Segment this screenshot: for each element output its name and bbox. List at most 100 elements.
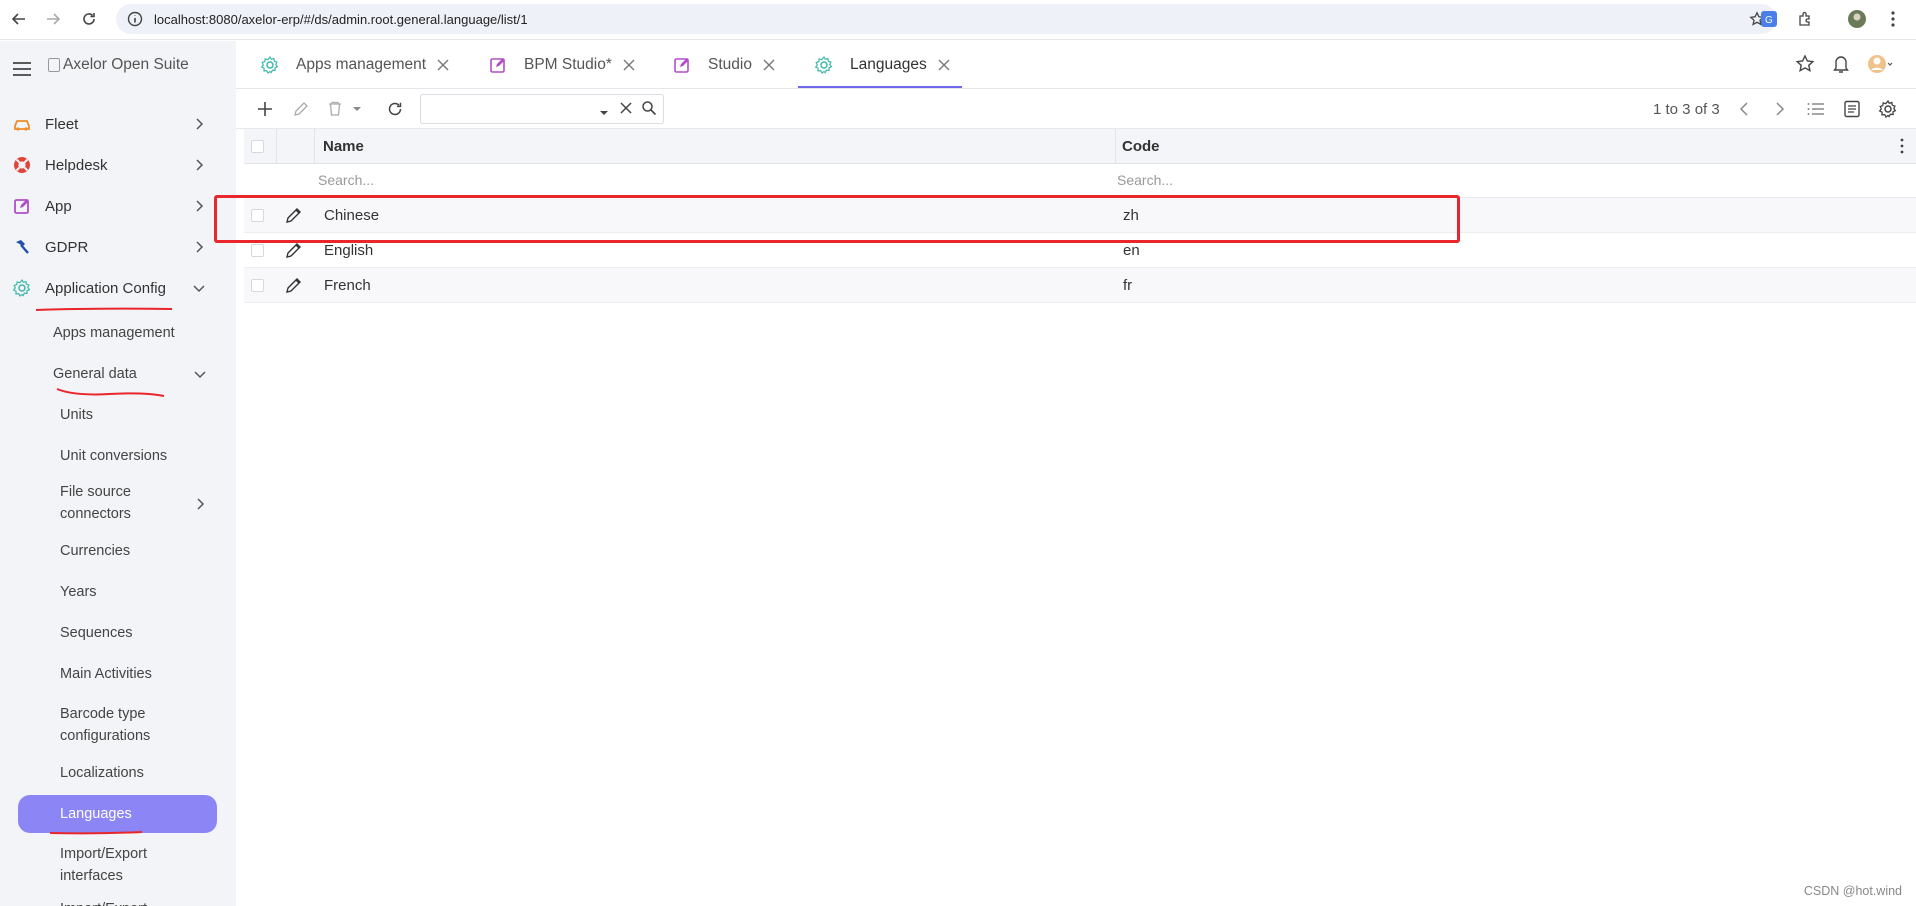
sidebar-item-application-config[interactable]: Application Config [0, 271, 236, 305]
sidebar-item-label: GDPR [45, 238, 89, 256]
column-menu-icon[interactable] [1900, 138, 1904, 159]
column-separator [276, 129, 277, 164]
caret-down-icon[interactable] [599, 103, 609, 121]
caret-down-icon[interactable] [350, 98, 364, 120]
list-view-icon[interactable] [1805, 98, 1827, 120]
car-icon [12, 114, 32, 134]
app-logo[interactable]: Axelor Open Suite [48, 56, 189, 74]
sidebar-item-app[interactable]: App [0, 189, 236, 223]
sidebar-item-label: Import/Export [60, 898, 147, 906]
logo-alt-text: Axelor Open Suite [63, 56, 189, 73]
search-icon[interactable] [641, 100, 657, 121]
sidebar-item-label: Helpdesk [45, 156, 108, 174]
select-all-checkbox[interactable] [251, 140, 264, 153]
row-checkbox[interactable] [251, 279, 264, 292]
red-annotation-underline [56, 388, 165, 397]
column-header-name[interactable]: Name [323, 138, 364, 155]
name-filter-input[interactable]: Search... [318, 172, 374, 188]
sidebar-item-import-export-interfaces[interactable]: Import/Export interfaces [0, 841, 236, 891]
sidebar-item-label: Fleet [45, 115, 79, 133]
hamburger-menu-icon[interactable] [12, 61, 32, 77]
reload-icon[interactable] [78, 8, 100, 30]
tab-bpm-studio[interactable]: BPM Studio* [488, 41, 636, 88]
sidebar-item-gdpr[interactable]: GDPR [0, 230, 236, 264]
sidebar-item-languages[interactable]: Languages [18, 795, 217, 833]
sidebar-item-label: General data [53, 366, 137, 382]
sidebar-item-file-source-connectors[interactable]: File source connectors [0, 479, 236, 529]
red-annotation-box [214, 195, 1460, 243]
active-tab-indicator [798, 86, 962, 88]
next-page-icon[interactable] [1769, 98, 1791, 120]
main-content: Apps management BPM Studio* Studio Langu… [236, 41, 1916, 906]
chevron-right-icon [192, 158, 206, 172]
sidebar-item-label: File source connectors [60, 484, 131, 522]
translate-icon[interactable]: G [1758, 8, 1780, 30]
refresh-icon[interactable] [384, 98, 406, 120]
svg-text:G: G [1765, 15, 1773, 26]
extensions-icon[interactable] [1794, 8, 1816, 30]
tab-apps-management[interactable]: Apps management [260, 41, 450, 88]
add-icon[interactable] [254, 98, 276, 120]
chevron-down-icon [193, 367, 207, 381]
sidebar-item-main-activities[interactable]: Main Activities [0, 660, 236, 688]
sidebar-item-fleet[interactable]: Fleet [0, 107, 236, 141]
form-view-icon[interactable] [1841, 98, 1863, 120]
gear-icon [260, 55, 280, 75]
code-filter-input[interactable]: Search... [1117, 172, 1173, 188]
sidebar-item-units[interactable]: Units [0, 401, 236, 429]
cell-name: English [324, 242, 374, 259]
chevron-right-icon [192, 199, 206, 213]
settings-gear-icon[interactable] [1877, 98, 1899, 120]
tab-languages[interactable]: Languages [814, 41, 951, 88]
edit-pencil-icon[interactable] [285, 241, 303, 259]
edit-pencil-icon[interactable] [290, 98, 312, 120]
sidebar-item-unit-conversions[interactable]: Unit conversions [0, 442, 236, 470]
previous-page-icon[interactable] [1733, 98, 1755, 120]
back-icon[interactable] [8, 8, 30, 30]
address-bar[interactable]: localhost:8080/axelor-erp/#/ds/admin.roo… [116, 4, 1776, 34]
chevron-down-icon [192, 281, 206, 295]
sidebar-item-localizations[interactable]: Localizations [0, 759, 236, 787]
tab-studio[interactable]: Studio [672, 41, 776, 88]
broken-image-icon [48, 58, 60, 72]
sidebar-item-barcode-type-configurations[interactable]: Barcode type configurations [0, 701, 236, 751]
url-text: localhost:8080/axelor-erp/#/ds/admin.roo… [154, 12, 528, 27]
tab-label: Apps management [296, 55, 427, 73]
pager-text: 1 to 3 of 3 [1653, 101, 1720, 118]
column-header-code[interactable]: Code [1122, 138, 1160, 155]
sidebar-item-label: Barcode type configurations [60, 706, 151, 744]
column-separator [314, 129, 315, 164]
red-annotation-underline [35, 307, 173, 311]
sidebar-item-general-data[interactable]: General data [0, 360, 236, 388]
sidebar-item-years[interactable]: Years [0, 578, 236, 606]
row-checkbox[interactable] [251, 244, 264, 257]
tab-bar: Apps management BPM Studio* Studio Langu… [236, 41, 1916, 89]
close-icon[interactable] [937, 58, 951, 72]
close-icon[interactable] [436, 58, 450, 72]
hammer-icon [12, 237, 32, 257]
user-avatar-icon[interactable] [1866, 53, 1894, 75]
chevron-right-icon [192, 240, 206, 254]
clear-x-icon[interactable] [619, 101, 633, 120]
delete-trash-icon[interactable] [324, 98, 346, 120]
sidebar-item-sequences[interactable]: Sequences [0, 619, 236, 647]
filter-search-box[interactable] [420, 94, 664, 124]
chevron-right-icon [193, 497, 207, 511]
sidebar-item-currencies[interactable]: Currencies [0, 537, 236, 565]
close-icon[interactable] [622, 58, 636, 72]
site-info-icon[interactable] [126, 10, 144, 28]
sidebar-item-import-export[interactable]: Import/Export [0, 895, 236, 906]
favorite-star-icon[interactable] [1794, 53, 1816, 75]
table-row[interactable]: French fr [244, 268, 1916, 303]
profile-avatar-icon[interactable] [1846, 8, 1868, 30]
red-annotation-underline [49, 831, 143, 835]
sidebar-item-apps-management[interactable]: Apps management [0, 319, 236, 347]
sidebar-item-helpdesk[interactable]: Helpdesk [0, 148, 236, 182]
sidebar-item-label: Unit conversions [60, 448, 168, 464]
forward-icon[interactable] [42, 8, 64, 30]
edit-pencil-icon[interactable] [285, 276, 303, 294]
notification-bell-icon[interactable] [1830, 53, 1852, 75]
close-icon[interactable] [762, 58, 776, 72]
browser-menu-icon[interactable] [1882, 8, 1904, 30]
sidebar-item-label: Main Activities [60, 666, 152, 682]
